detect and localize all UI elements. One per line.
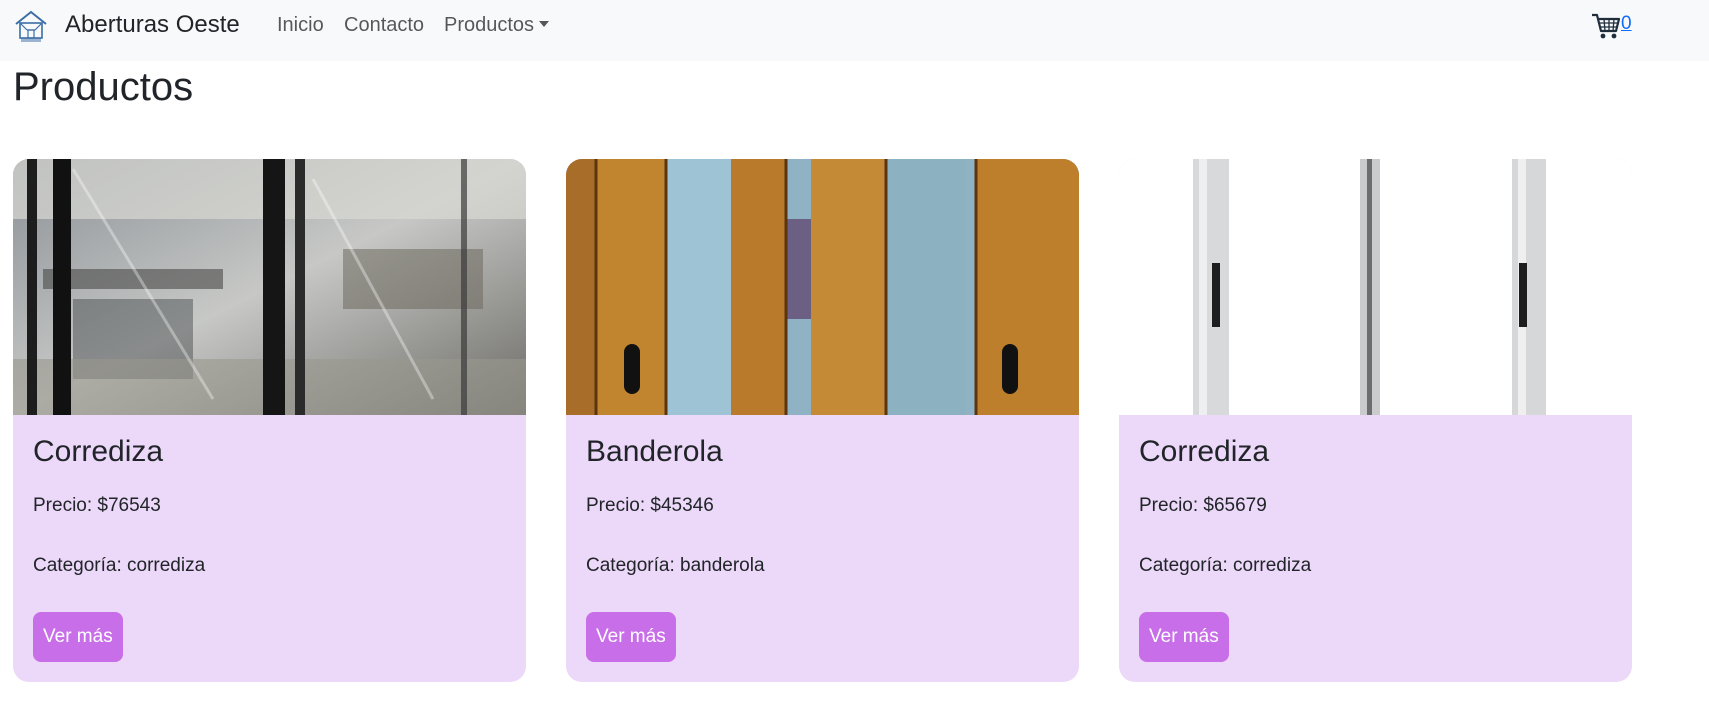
cart-count-link[interactable]: 0	[1621, 13, 1632, 35]
product-card: Corrediza Precio: $76543 Categoría: corr…	[13, 159, 526, 682]
ver-mas-button[interactable]: Ver más	[1139, 612, 1229, 662]
product-title: Corrediza	[33, 435, 164, 468]
caret-down-icon	[539, 21, 550, 27]
ver-mas-button[interactable]: Ver más	[33, 612, 123, 662]
ver-mas-button[interactable]: Ver más	[586, 612, 676, 662]
house-logo-icon[interactable]	[13, 8, 49, 44]
shopping-cart-icon[interactable]	[1591, 11, 1621, 41]
page-title: Productos	[13, 65, 194, 109]
product-card: Banderola Precio: $45346 Categoría: band…	[566, 159, 1079, 682]
product-category: Categoría: corrediza	[33, 555, 206, 576]
product-category: Categoría: banderola	[586, 555, 765, 576]
sliding-glass-door-photo-icon	[13, 159, 526, 415]
cart[interactable]: 0	[1591, 11, 1632, 41]
nav-dropdown-productos[interactable]: Productos	[444, 13, 550, 37]
white-aluminum-window-photo-icon	[1119, 159, 1632, 415]
nav-link-inicio[interactable]: Inicio	[277, 13, 324, 37]
product-price: Precio: $65679	[1139, 495, 1267, 516]
nav-dropdown-label: Productos	[444, 14, 535, 36]
product-category: Categoría: corrediza	[1139, 555, 1312, 576]
product-card: Corrediza Precio: $65679 Categoría: corr…	[1119, 159, 1632, 682]
product-title: Corrediza	[1139, 435, 1270, 468]
brand-name[interactable]: Aberturas Oeste	[65, 10, 240, 40]
product-image	[566, 159, 1079, 415]
wooden-window-photo-icon	[566, 159, 1079, 415]
product-price: Precio: $76543	[33, 495, 161, 516]
product-title: Banderola	[586, 435, 723, 468]
nav-link-contacto[interactable]: Contacto	[344, 13, 424, 37]
navbar: Aberturas Oeste Inicio Contacto Producto…	[0, 0, 1709, 61]
product-image	[13, 159, 526, 415]
product-image	[1119, 159, 1632, 415]
product-price: Precio: $45346	[586, 495, 714, 516]
